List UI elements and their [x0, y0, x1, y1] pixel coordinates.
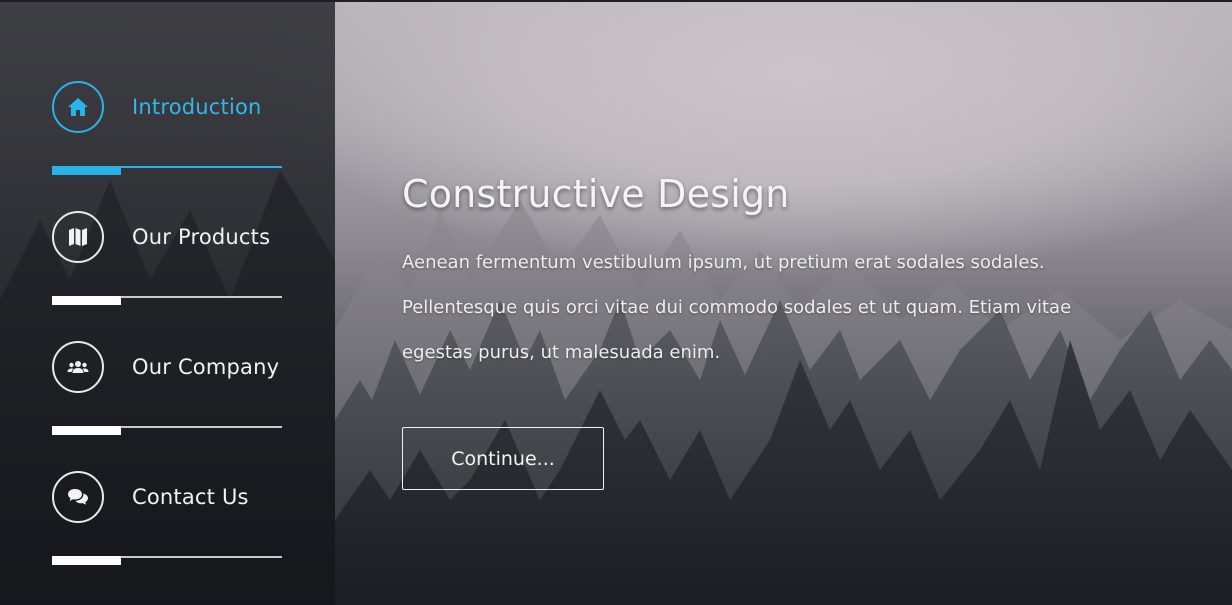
hero-content: Constructive Design Aenean fermentum ves… — [402, 172, 1122, 375]
page-title: Constructive Design — [402, 172, 790, 216]
nav-item-our-company[interactable]: Our Company — [52, 341, 282, 441]
home-icon — [52, 81, 104, 133]
nav-label: Our Company — [132, 355, 280, 379]
nav-label: Contact Us — [132, 485, 249, 509]
nav-item-contact-us[interactable]: Contact Us — [52, 471, 282, 571]
users-icon — [52, 341, 104, 393]
intro-paragraph: Aenean fermentum vestibulum ipsum, ut pr… — [402, 252, 1072, 363]
nav-item-introduction[interactable]: Introduction — [52, 81, 282, 181]
nav-progress — [52, 296, 121, 305]
chat-icon — [52, 471, 104, 523]
map-icon — [52, 211, 104, 263]
nav-progress — [52, 426, 121, 435]
nav-progress — [52, 166, 121, 175]
continue-button[interactable]: Continue... — [402, 427, 604, 490]
nav-label: Introduction — [132, 95, 262, 119]
sidebar-nav: Introduction Our Products Our Company Co… — [0, 0, 335, 605]
nav-progress — [52, 556, 121, 565]
nav-label: Our Products — [132, 225, 271, 249]
nav-item-our-products[interactable]: Our Products — [52, 211, 282, 311]
